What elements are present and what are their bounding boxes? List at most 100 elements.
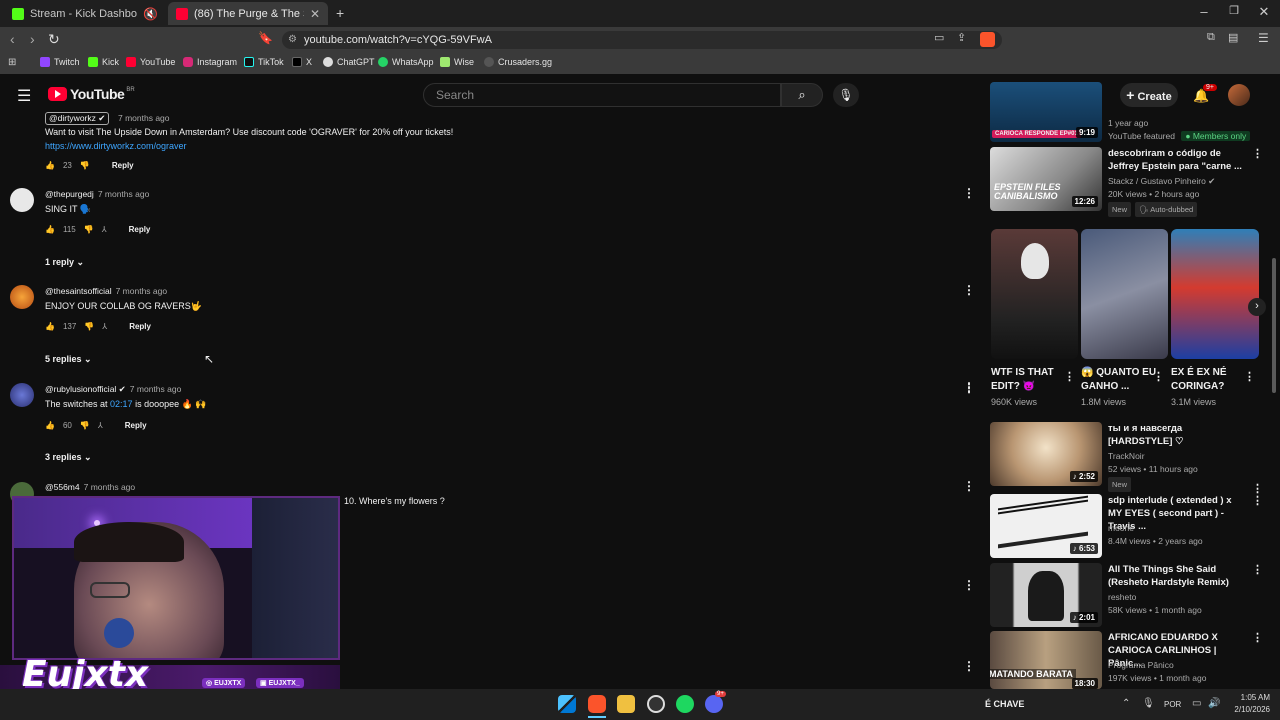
bookmark-twitch[interactable]: Twitch xyxy=(40,57,80,67)
search-input[interactable]: Search xyxy=(423,83,781,107)
reply-button[interactable]: Reply xyxy=(129,322,151,331)
obs-icon[interactable] xyxy=(647,695,665,713)
restore-button[interactable]: ❐ xyxy=(1224,4,1244,17)
dislike-icon[interactable]: 👎 xyxy=(80,161,90,170)
video-channel[interactable]: resheto xyxy=(1108,591,1258,604)
comment-author[interactable]: @thesaintsofficial 7 months ago xyxy=(45,286,167,296)
video-more-icon[interactable]: ⋮ xyxy=(1252,147,1263,160)
related-video[interactable]: MATANDO BARATA 18:30 AFRICANO EDUARDO X … xyxy=(990,631,1263,689)
cast-icon[interactable]: ▭ xyxy=(934,31,944,44)
view-replies-button[interactable]: 3 replies ⌄ xyxy=(45,452,92,463)
view-replies-button[interactable]: 1 reply ⌄ xyxy=(45,257,84,268)
video-thumbnail[interactable]: ♪ 2:01 xyxy=(990,563,1102,627)
video-title[interactable]: descobriram o código de Jeffrey Epstein … xyxy=(1108,147,1248,173)
apps-grid-icon[interactable]: ⊞ xyxy=(8,57,16,68)
dislike-icon[interactable]: 👎 xyxy=(84,225,94,234)
sidebar-more-icon[interactable]: ⋮ xyxy=(963,479,975,493)
file-explorer-icon[interactable] xyxy=(617,695,635,713)
account-avatar[interactable] xyxy=(1228,84,1250,106)
minimize-button[interactable]: – xyxy=(1194,4,1214,19)
short-thumbnail[interactable] xyxy=(1081,229,1168,359)
reply-button[interactable]: Reply xyxy=(129,225,151,234)
short-title[interactable]: 😱 QUANTO EU GANHO ... xyxy=(1081,366,1161,394)
video-title[interactable]: ты и я навсегда [HARDSTYLE] ♡ xyxy=(1108,422,1248,448)
display-icon[interactable]: ▭ xyxy=(1192,698,1201,709)
related-video[interactable]: EPSTEIN FILES CANIBALISMO 12:26 descobri… xyxy=(990,147,1263,217)
menu-icon[interactable]: ☰ xyxy=(1258,31,1269,45)
reply-button[interactable]: Reply xyxy=(112,161,134,170)
clock-time[interactable]: 1:05 AM xyxy=(1228,693,1270,702)
audio-muted-icon[interactable]: 🔇 xyxy=(143,7,158,21)
short-thumbnail[interactable] xyxy=(991,229,1078,359)
related-video[interactable]: ♪ 6:53 sdp interlude ( extended ) x MY E… xyxy=(990,494,1263,558)
comment-more-icon[interactable]: ⋮ xyxy=(963,283,975,297)
bookmark-kick[interactable]: Kick xyxy=(88,57,119,67)
sidebar-toggle-icon[interactable]: ▤ xyxy=(1228,31,1238,44)
language-indicator[interactable]: POR xyxy=(1164,700,1181,709)
comment-author[interactable]: @556m4 7 months ago xyxy=(45,482,135,492)
shorts-next-icon[interactable]: › xyxy=(1248,298,1266,316)
comment-author[interactable]: @dirtyworkz ✔ xyxy=(45,112,110,125)
page-scrollbar[interactable] xyxy=(1272,258,1276,393)
bookmark-crusaders[interactable]: Crusaders.gg xyxy=(484,57,552,67)
comment-more-icon[interactable]: ⋮ xyxy=(963,186,975,200)
now-playing-label[interactable]: É CHAVE xyxy=(985,699,1024,709)
tab-youtube[interactable]: (86) The Purge & The Saints - O ✕ xyxy=(168,2,328,25)
short-more-icon[interactable]: ⋮ xyxy=(1244,370,1255,383)
mic-tray-icon[interactable]: 🎙 xyxy=(1142,698,1155,709)
bookmark-instagram[interactable]: Instagram xyxy=(183,57,237,67)
video-thumbnail[interactable]: CARIOCA RESPONDE EP#01 9:19 xyxy=(990,82,1102,142)
create-button[interactable]: + Create xyxy=(1120,83,1178,107)
brave-shields-icon[interactable] xyxy=(980,32,995,47)
back-icon[interactable]: ‹ xyxy=(10,31,15,47)
video-more-icon[interactable]: ⋮ xyxy=(1252,494,1263,507)
video-more-icon[interactable]: ⋮ xyxy=(1252,631,1263,644)
video-channel[interactable]: TrackNoir xyxy=(1108,450,1258,463)
video-thumbnail[interactable]: MATANDO BARATA 18:30 xyxy=(990,631,1102,689)
dislike-icon[interactable]: 👎 xyxy=(84,322,94,331)
bookmark-whatsapp[interactable]: WhatsApp xyxy=(378,57,434,67)
timestamp-link[interactable]: 02:17 xyxy=(110,399,133,409)
video-channel[interactable]: Programa Pânico xyxy=(1108,659,1258,672)
video-thumbnail[interactable]: ♪ 2:52 xyxy=(990,422,1102,486)
bookmark-youtube[interactable]: YouTube xyxy=(126,57,175,67)
related-video[interactable]: ♪ 2:52 ты и я навсегда [HARDSTYLE] ♡ Tra… xyxy=(990,422,1263,495)
hamburger-menu-icon[interactable]: ☰ xyxy=(17,86,31,106)
bookmark-x[interactable]: X xyxy=(292,57,312,67)
url-field[interactable]: ⚙ youtube.com/watch?v=cYQG-59VFwA xyxy=(282,31,1002,49)
volume-icon[interactable]: 🔊 xyxy=(1208,698,1220,709)
reload-icon[interactable]: ↻ xyxy=(48,31,60,48)
sidebar-more-icon[interactable]: ⋮ xyxy=(963,578,975,592)
bookmark-icon[interactable]: 🔖 xyxy=(258,31,273,45)
new-tab-button[interactable]: + xyxy=(336,5,344,21)
view-replies-button[interactable]: 5 replies ⌄ xyxy=(45,354,92,365)
comment-avatar[interactable] xyxy=(10,285,34,309)
bookmark-wise[interactable]: Wise xyxy=(440,57,474,67)
share-icon[interactable]: ⇪ xyxy=(957,31,966,44)
start-button[interactable] xyxy=(558,695,576,713)
comment-avatar[interactable] xyxy=(10,188,34,212)
short-thumbnail[interactable] xyxy=(1171,229,1259,359)
comment-avatar[interactable] xyxy=(10,383,34,407)
like-icon[interactable]: 👍 xyxy=(45,421,55,430)
dislike-icon[interactable]: 👎 xyxy=(80,421,90,430)
comment-time[interactable]: 7 months ago xyxy=(118,113,170,123)
forward-icon[interactable]: › xyxy=(30,31,35,47)
notifications-button[interactable]: 🔔 9+ xyxy=(1193,84,1217,104)
video-title[interactable]: All The Things She Said (Resheto Hardsty… xyxy=(1108,563,1248,589)
related-video[interactable]: ♪ 2:01 All The Things She Said (Resheto … xyxy=(990,563,1263,627)
related-video[interactable]: CARIOCA RESPONDE EP#01 9:19 1 year ago Y… xyxy=(990,82,1260,146)
sidebar-more-icon[interactable]: ⋮ xyxy=(963,380,975,394)
extensions-icon[interactable]: ⧉ xyxy=(1207,31,1215,44)
short-more-icon[interactable]: ⋮ xyxy=(1153,370,1164,383)
tray-expand-icon[interactable]: ⌃ xyxy=(1122,698,1130,709)
bookmark-tiktok[interactable]: TikTok xyxy=(244,57,284,67)
video-channel[interactable]: Stackz / Gustavo Pinheiro ✔ xyxy=(1108,175,1258,188)
search-button[interactable]: ⌕ xyxy=(781,83,823,107)
short-title[interactable]: WTF IS THAT EDIT? 👿 xyxy=(991,366,1071,394)
voice-search-button[interactable]: 🎙 xyxy=(833,83,859,107)
youtube-logo[interactable]: YouTube BR xyxy=(48,86,135,102)
sidebar-more-icon[interactable]: ⋮ xyxy=(963,659,975,673)
like-icon[interactable]: 👍 xyxy=(45,225,55,234)
like-icon[interactable]: 👍 xyxy=(45,322,55,331)
